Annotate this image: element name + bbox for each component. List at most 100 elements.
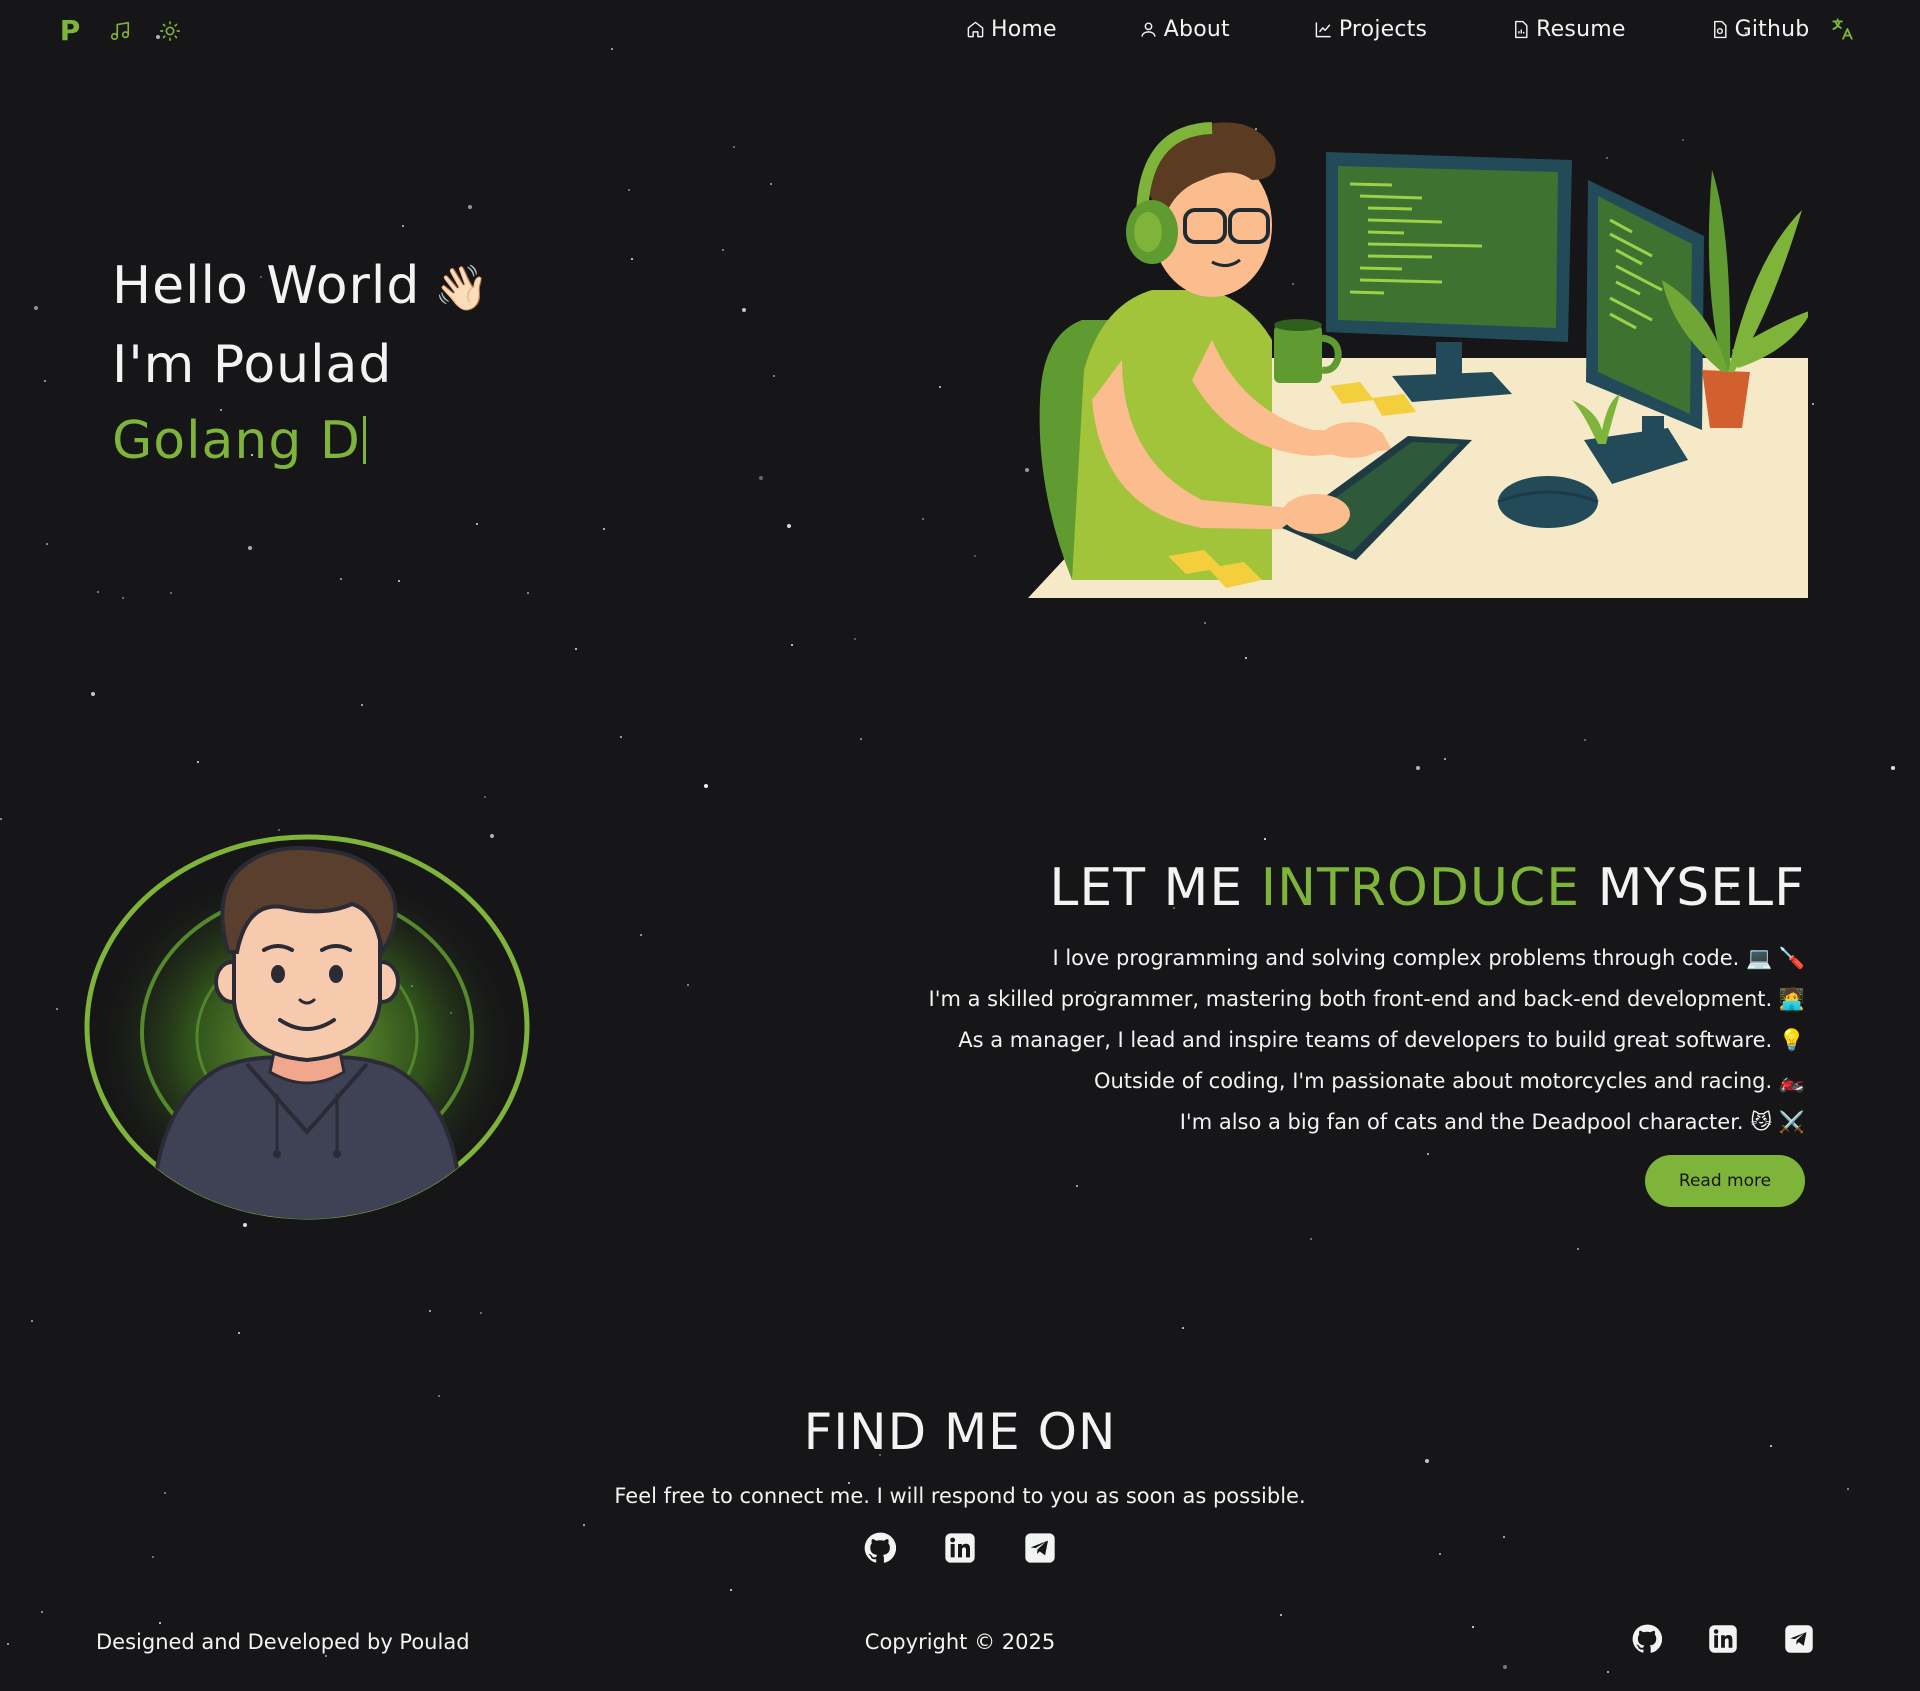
find-me-subtitle: Feel free to connect me. I will respond … [614,1484,1306,1508]
star [1891,766,1895,770]
star [429,1310,431,1312]
star [34,306,38,310]
star [1416,766,1420,770]
music-note-icon[interactable] [108,19,132,43]
star [31,1320,33,1322]
star [759,476,763,480]
star [631,258,633,260]
translate-icon[interactable] [1829,16,1855,42]
github-icon[interactable] [862,1530,898,1566]
intro-line: Outside of coding, I'm passionate about … [1093,1069,1805,1093]
nav-about-label: About [1163,16,1230,42]
navbar: P Home About Projects Resume Github [0,0,1920,64]
find-me-section: FIND ME ON Feel free to connect me. I wi… [0,1400,1920,1566]
star [122,597,124,599]
hero-typed-text: Golang D [112,411,361,471]
intro-line: I'm also a big fan of cats and the Deadp… [1179,1110,1805,1134]
document-icon [1515,20,1528,38]
star [1577,1248,1579,1250]
star [402,225,404,227]
page: P Home About Projects Resume Github Hell… [0,0,1920,1691]
star [56,1008,58,1010]
intro-line: I love programming and solving complex p… [1052,946,1805,970]
star [46,543,48,545]
intro-title: LET ME INTRODUCE MYSELF [905,856,1805,920]
star [730,1589,732,1591]
footer-social-links [1630,1622,1816,1656]
star [41,1611,43,1613]
star [170,592,172,594]
star [1204,622,1206,624]
user-icon [1141,21,1156,37]
star [468,205,472,209]
linkedin-icon[interactable] [1706,1622,1740,1656]
telegram-icon[interactable] [1782,1622,1816,1656]
read-more-button[interactable]: Read more [1645,1155,1805,1207]
social-links [0,1530,1920,1566]
intro-title-part1: LET ME [1049,858,1244,918]
nav-resume[interactable]: Resume [1511,17,1625,42]
star [860,738,862,740]
star [603,528,605,530]
nav-home-label: Home [991,16,1057,42]
nav-home[interactable]: Home [966,17,1057,42]
document-icon [1713,20,1727,38]
nav-projects[interactable]: Projects [1314,17,1427,42]
star [243,1223,247,1227]
telegram-icon[interactable] [1022,1530,1058,1566]
star [742,308,746,312]
star [1182,1327,1184,1329]
nav-github[interactable]: Github [1710,17,1810,42]
intro-paragraph: I love programming and solving complex p… [905,938,1805,1143]
nav-resume-label: Resume [1536,16,1626,42]
footer-credit: Designed and Developed by Poulad [96,1630,470,1654]
star [0,818,2,820]
star [248,546,252,550]
home-icon [967,21,984,37]
find-me-title: FIND ME ON [803,1403,1117,1461]
star [939,386,941,388]
logo[interactable]: P [58,14,82,47]
star [722,249,724,251]
star [44,380,46,382]
star [1812,403,1814,405]
star [620,736,622,738]
intro-title-part2: MYSELF [1597,858,1805,918]
sun-icon[interactable] [158,19,182,43]
star [476,523,478,525]
hero-greeting: Hello World 👋🏻 [112,248,490,327]
hero-greeting-text: Hello World [112,256,421,316]
star [480,1312,482,1314]
star [733,146,735,148]
star [1264,838,1266,840]
star [97,591,99,593]
star [922,518,924,520]
star [1245,657,1247,659]
intro-line: As a manager, I lead and inspire teams o… [958,1028,1805,1052]
star [787,524,791,528]
nav-about[interactable]: About [1139,17,1230,42]
hero-typewriter: Golang D [112,403,490,479]
star [238,1332,240,1334]
avatar [82,832,532,1222]
star [438,1395,440,1397]
star [1584,739,1586,741]
hero-name: I'm Poulad [112,335,393,395]
linkedin-icon[interactable] [942,1530,978,1566]
intro-section: LET ME INTRODUCE MYSELF I love programmi… [905,856,1805,1207]
star [704,784,708,788]
intro-line: I'm a skilled programmer, mastering both… [928,987,1805,1011]
star [628,189,630,191]
wave-emoji: 👋🏻 [434,263,491,314]
star [974,555,976,557]
star [91,692,95,696]
hero-heading: Hello World 👋🏻 I'm Poulad Golang D [112,248,490,479]
star [484,796,486,798]
star [640,934,642,936]
star [791,644,793,646]
star [770,183,772,185]
star [398,580,400,582]
star [1310,1238,1312,1240]
star [1280,1614,1282,1616]
github-icon[interactable] [1630,1622,1664,1656]
